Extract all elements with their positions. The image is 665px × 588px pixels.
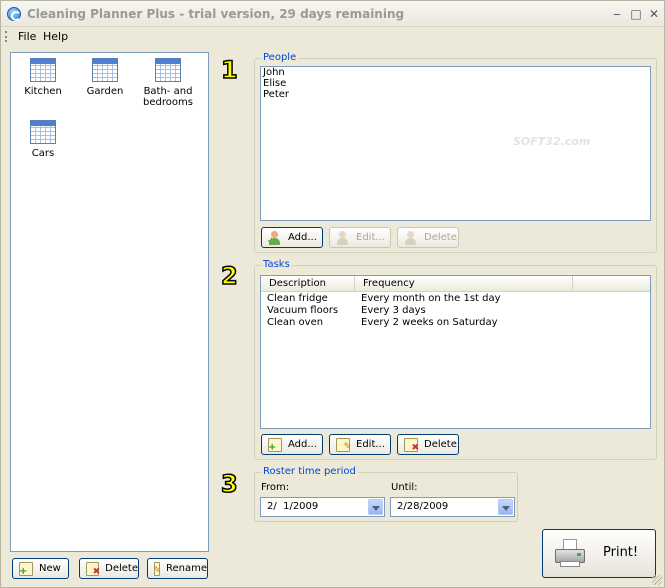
delete-icon: ✖ [86,561,100,577]
rename-room-button[interactable]: ✎ Rename [147,558,208,579]
step-number-2: 2 [220,261,238,291]
delete-person-icon [404,230,418,245]
table-row[interactable]: Vacuum floors Every 3 days [261,305,650,317]
printer-icon [555,539,587,569]
calendar-icon [30,120,56,144]
column-header-description[interactable]: Description [261,276,355,292]
maximize-icon[interactable]: □ [628,6,644,22]
room-item-garden[interactable]: Garden [74,58,136,97]
resize-grip[interactable] [652,575,662,585]
until-date-value: 2/28/2009 [397,501,449,512]
until-date-picker[interactable]: 2/28/2009 [390,497,515,517]
watermark: SOFT32.com [513,135,591,148]
delete-task-icon: ✖ [404,437,419,453]
rename-icon: ✎ [153,561,161,576]
menu-file[interactable]: File [18,30,36,43]
list-item[interactable]: John [261,67,650,78]
toolbar-grip[interactable] [5,31,7,42]
tasks-table[interactable]: Description Frequency Clean fridge Every… [260,275,651,429]
dropdown-arrow-icon[interactable] [368,499,383,515]
menu-bar: File Help [1,28,664,45]
table-row[interactable]: Clean fridge Every month on the 1st day [261,293,650,305]
tasks-table-header: Description Frequency [261,276,650,292]
add-person-icon: + [267,230,282,247]
room-label: Cars [31,148,55,159]
calendar-icon [155,58,181,82]
title-bar[interactable]: Cleaning Planner Plus - trial version, 2… [1,1,664,27]
print-label: Print! [603,545,639,560]
delete-person-button[interactable]: Delete [397,227,459,248]
roster-group-title: Roster time period [261,466,358,477]
step-number-3: 3 [220,469,238,499]
add-person-button[interactable]: + Add... [261,227,323,248]
app-window: Cleaning Planner Plus - trial version, 2… [0,0,665,588]
from-date-picker[interactable]: 2/ 1/2009 [260,497,385,517]
room-item-bath-and-bedrooms[interactable]: Bath- and bedrooms [136,58,200,108]
add-task-button[interactable]: + Add... [261,434,323,455]
table-row[interactable]: Clean oven Every 2 weeks on Saturday [261,317,650,329]
new-icon: + [19,561,33,577]
step-number-1: 1 [220,55,238,85]
from-label: From: [261,482,290,493]
dropdown-arrow-icon[interactable] [498,499,513,515]
room-label: Garden [86,86,124,97]
room-item-kitchen[interactable]: Kitchen [12,58,74,97]
until-label: Until: [391,482,418,493]
edit-person-icon [336,230,350,245]
minimize-icon[interactable]: ‒ [609,6,625,22]
new-room-button[interactable]: + New [12,558,69,579]
people-list[interactable]: John Elise Peter SOFT32.com [260,66,651,221]
delete-room-button[interactable]: ✖ Delete [79,558,139,579]
tasks-group-title: Tasks [261,259,292,270]
window-title: Cleaning Planner Plus - trial version, 2… [27,7,405,21]
column-header-frequency[interactable]: Frequency [355,276,573,292]
print-button[interactable]: Print! [542,529,656,578]
edit-person-button[interactable]: Edit... [329,227,391,248]
menu-help[interactable]: Help [43,30,68,43]
calendar-icon [30,58,56,82]
calendar-icon [92,58,118,82]
close-icon[interactable]: ✕ [646,6,662,22]
room-item-cars[interactable]: Cars [12,120,74,159]
list-item[interactable]: Elise [261,78,650,89]
add-task-icon: + [268,437,282,453]
edit-task-icon: ✎ [336,437,351,452]
app-logo-icon [7,7,21,21]
room-label: Kitchen [24,86,62,97]
room-label: Bath- and bedrooms [143,86,193,108]
edit-task-button[interactable]: ✎ Edit... [329,434,391,455]
people-group-title: People [261,52,299,63]
from-date-value: 2/ 1/2009 [267,501,319,512]
delete-task-button[interactable]: ✖ Delete [397,434,459,455]
rooms-list[interactable]: Kitchen Garden Bath- and bedrooms Cars [10,52,209,552]
list-item[interactable]: Peter [261,89,650,100]
